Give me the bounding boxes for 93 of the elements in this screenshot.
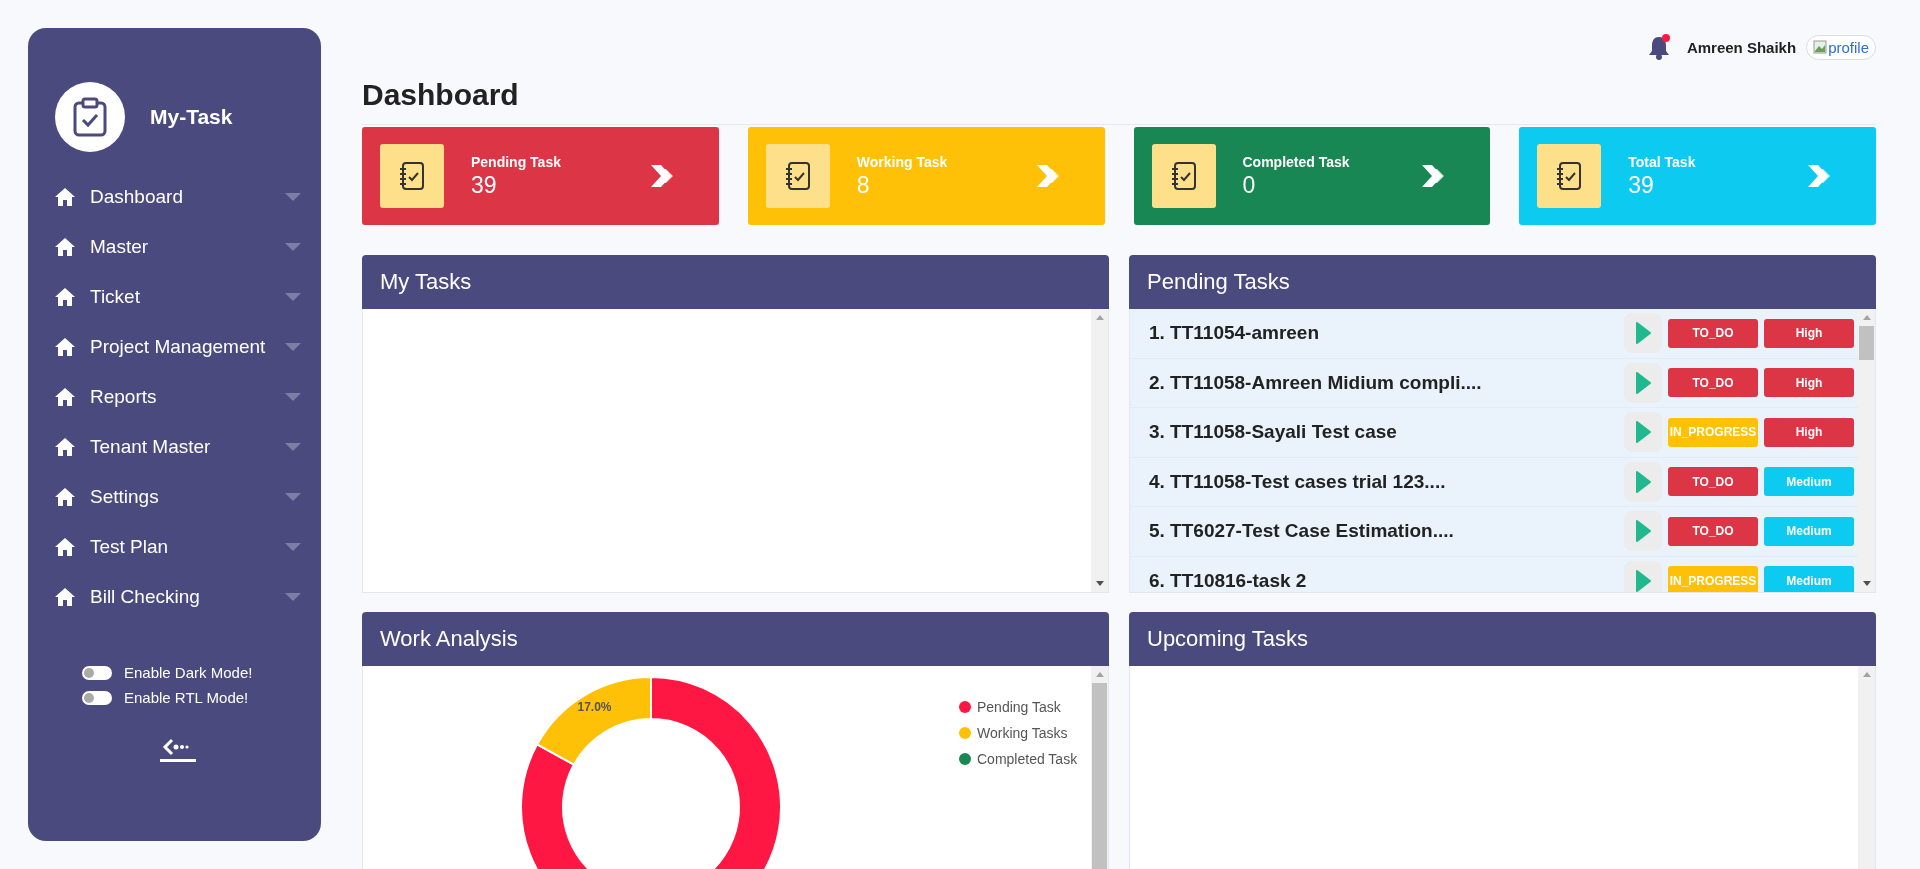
notification-bell-icon[interactable]	[1646, 34, 1671, 60]
play-icon	[1635, 421, 1651, 444]
user-name: Amreen Shaikh	[1686, 38, 1797, 56]
play-icon	[1635, 470, 1651, 493]
brand-name: My-Task	[150, 105, 233, 129]
legend-label: Working Tasks	[977, 725, 1068, 741]
sidebar-item[interactable]: Master	[55, 222, 301, 272]
notebook-check-icon	[1537, 144, 1602, 208]
status-badge: TO_DO	[1668, 467, 1758, 497]
caret-icon	[285, 193, 301, 201]
sidebar-item[interactable]: Bill Checking	[55, 572, 301, 622]
house-icon	[55, 288, 75, 306]
play-icon	[1635, 322, 1651, 345]
sidebar-item[interactable]: Ticket	[55, 272, 301, 322]
notebook-check-icon	[765, 144, 830, 208]
caret-icon	[285, 593, 301, 601]
play-icon	[1635, 520, 1651, 543]
card-label: Total Task	[1628, 153, 1697, 170]
page-title: Dashboard	[362, 78, 520, 112]
play-button[interactable]	[1624, 511, 1662, 552]
scrollbar[interactable]	[1091, 309, 1108, 592]
house-icon	[55, 588, 75, 606]
scrollbar[interactable]	[1858, 666, 1875, 869]
caret-icon	[285, 543, 301, 551]
task-name[interactable]: 4. TT11058-Test cases trial 123....	[1149, 470, 1618, 493]
caret-icon	[285, 443, 301, 451]
card-label: Completed Task	[1242, 153, 1351, 170]
task-name[interactable]: 2. TT11058-Amreen Midium compli....	[1149, 371, 1618, 394]
toggle-switch[interactable]	[82, 690, 112, 705]
task-name[interactable]: 6. TT10816-task 2	[1149, 569, 1618, 592]
collapse-arrow-icon[interactable]	[158, 736, 198, 762]
status-badge: IN_PROGRESS	[1668, 417, 1758, 447]
play-button[interactable]	[1624, 461, 1662, 502]
task-name[interactable]: 1. TT11054-amreen	[1149, 322, 1618, 345]
play-icon	[1635, 371, 1651, 394]
status-badge: TO_DO	[1668, 368, 1758, 398]
priority-badge: Medium	[1764, 516, 1854, 546]
card-label: Pending Task	[471, 153, 562, 170]
panel-header: Upcoming Tasks	[1129, 612, 1876, 666]
scrollbar[interactable]	[1858, 309, 1875, 592]
status-badge: IN_PROGRESS	[1668, 566, 1758, 592]
house-icon	[55, 188, 75, 206]
play-icon	[1635, 569, 1651, 592]
notebook-check-icon	[380, 144, 444, 208]
priority-badge: High	[1764, 368, 1854, 398]
legend-label: Completed Task	[977, 751, 1078, 767]
scrollbar[interactable]	[1091, 666, 1108, 869]
toggle-label: Enable RTL Mode!	[124, 689, 249, 706]
caret-icon	[285, 343, 301, 351]
task-name[interactable]: 3. TT11058-Sayali Test case	[1149, 421, 1618, 444]
priority-badge: Medium	[1764, 566, 1854, 592]
house-icon	[55, 488, 75, 506]
panel-header: Work Analysis	[362, 612, 1109, 666]
play-button[interactable]	[1624, 560, 1662, 592]
toggle-switch[interactable]	[82, 665, 112, 680]
sidebar-item[interactable]: Settings	[55, 472, 301, 522]
status-badge: TO_DO	[1668, 516, 1758, 546]
card-value: 8	[856, 171, 871, 199]
stat-card[interactable]: Completed Task 0	[1133, 127, 1491, 225]
caret-icon	[285, 293, 301, 301]
priority-badge: High	[1764, 417, 1854, 447]
panel-header: My Tasks	[362, 255, 1109, 309]
house-icon	[55, 238, 75, 256]
legend-label: Pending Task	[977, 699, 1061, 715]
sidebar-item[interactable]: Dashboard	[55, 172, 301, 222]
notebook-check-icon	[1151, 144, 1216, 208]
sidebar-item[interactable]: Tenant Master	[55, 422, 301, 472]
card-value: 39	[471, 171, 498, 199]
task-name[interactable]: 5. TT6027-Test Case Estimation....	[1149, 520, 1618, 543]
toggle-label: Enable Dark Mode!	[124, 664, 253, 681]
sidebar-item[interactable]: Test Plan	[55, 522, 301, 572]
priority-badge: High	[1764, 318, 1854, 348]
card-value: 39	[1628, 171, 1655, 199]
profile-image[interactable]: profile	[1806, 34, 1876, 60]
house-icon	[55, 538, 75, 556]
play-button[interactable]	[1624, 412, 1662, 453]
card-label: Working Task	[856, 153, 949, 170]
caret-icon	[285, 393, 301, 401]
sidebar-item[interactable]: Reports	[55, 372, 301, 422]
house-icon	[55, 388, 75, 406]
stat-card[interactable]: Pending Task 39	[362, 127, 719, 225]
card-value: 0	[1242, 171, 1257, 199]
data-label: 17.0%	[577, 700, 612, 715]
play-button[interactable]	[1624, 362, 1662, 403]
caret-icon	[285, 243, 301, 251]
sidebar-item[interactable]: Project Management	[55, 322, 301, 372]
priority-badge: Medium	[1764, 467, 1854, 497]
status-badge: TO_DO	[1668, 318, 1758, 348]
house-icon	[55, 438, 75, 456]
caret-icon	[285, 493, 301, 501]
play-button[interactable]	[1624, 313, 1662, 354]
panel-header: Pending Tasks	[1129, 255, 1876, 309]
house-icon	[55, 338, 75, 356]
